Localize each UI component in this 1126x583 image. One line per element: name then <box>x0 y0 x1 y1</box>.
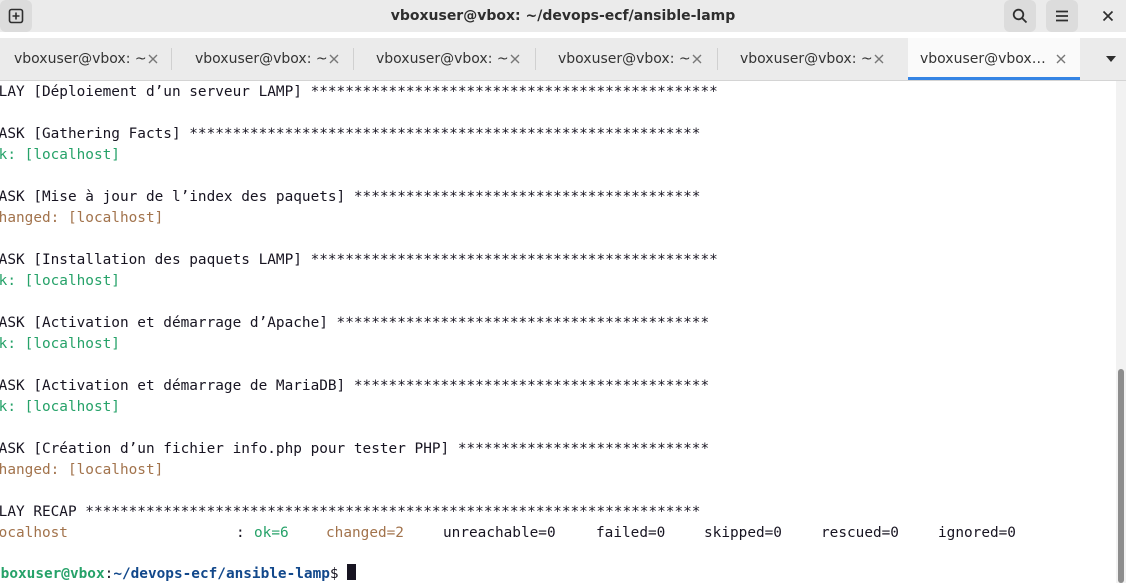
tab-label: vboxuser@vbox: ~ <box>195 51 328 67</box>
output-line-changed: changed: [localhost] <box>0 210 164 226</box>
recap-rescued: rescued=0 <box>821 525 899 541</box>
output-line: TASK [Création d’un fichier info.php pou… <box>0 441 710 457</box>
output-line-ok: ok: [localhost] <box>0 399 120 415</box>
prompt-separator: : <box>104 566 114 582</box>
tab-label: vboxuser@vbox: ~ <box>740 51 873 67</box>
output-line: TASK [Gathering Facts] *****************… <box>0 126 701 142</box>
window-title: vboxuser@vbox: ~/devops-ecf/ansible-lamp <box>390 8 736 24</box>
prompt-user-host: vboxuser@vbox <box>0 566 105 582</box>
recap-host: localhost <box>0 525 68 541</box>
output-line: TASK [Activation et démarrage de MariaDB… <box>0 378 710 394</box>
recap-failed: failed=0 <box>596 525 666 541</box>
search-button[interactable] <box>1004 0 1036 32</box>
scrollbar-thumb[interactable] <box>1118 369 1124 583</box>
new-tab-button[interactable] <box>0 0 32 32</box>
tab-terminal-1[interactable]: vboxuser@vbox: ~ <box>0 38 170 80</box>
tab-bar: vboxuser@vbox: ~ vboxuser@vbox: ~ vboxus… <box>0 38 1126 81</box>
tab-terminal-3[interactable]: vboxuser@vbox: ~ <box>354 38 534 80</box>
tab-label: vboxuser@vbox… <box>920 51 1046 67</box>
output-line-ok: ok: [localhost] <box>0 147 120 163</box>
output-line: TASK [Mise à jour de l’index des paquets… <box>0 189 701 205</box>
new-tab-icon <box>8 8 24 24</box>
output-line-ok: ok: [localhost] <box>0 336 120 352</box>
tab-terminal-4[interactable]: vboxuser@vbox: ~ <box>536 38 716 80</box>
recap-unreachable: unreachable=0 <box>443 525 556 541</box>
title-bar: vboxuser@vbox: ~/devops-ecf/ansible-lamp <box>0 0 1126 32</box>
recap-changed: changed=2 <box>326 525 404 541</box>
tab-close-icon[interactable] <box>1053 51 1069 67</box>
chevron-down-icon <box>1106 56 1116 62</box>
prompt-symbol: $ <box>329 566 339 582</box>
hamburger-icon <box>1056 10 1068 22</box>
tab-close-icon[interactable] <box>145 51 161 67</box>
tab-terminal-5[interactable]: vboxuser@vbox: ~ <box>718 38 907 80</box>
tab-close-icon[interactable] <box>689 51 705 67</box>
close-window-button[interactable] <box>1092 0 1124 32</box>
output-line: PLAY RECAP *****************************… <box>0 504 701 520</box>
tab-close-icon[interactable] <box>326 51 342 67</box>
recap-ok: ok=6 <box>254 525 289 541</box>
output-line-ok: ok: [localhost] <box>0 273 120 289</box>
tab-terminal-active[interactable]: vboxuser@vbox… <box>908 38 1080 80</box>
tab-label: vboxuser@vbox: ~ <box>558 51 691 67</box>
shell-prompt[interactable]: vboxuser@vbox:~/devops-ecf/ansible-lamp$ <box>0 564 357 583</box>
terminal-output[interactable]: PLAY [Déploiement d’un serveur LAMP] ***… <box>0 81 1116 583</box>
output-line: TASK [Installation des paquets LAMP] ***… <box>0 252 718 268</box>
search-icon <box>1012 8 1028 24</box>
close-icon <box>1102 10 1114 22</box>
tab-close-icon[interactable] <box>871 51 887 67</box>
tab-label: vboxuser@vbox: ~ <box>14 51 147 67</box>
recap-skipped: skipped=0 <box>704 525 782 541</box>
tab-label: vboxuser@vbox: ~ <box>376 51 509 67</box>
output-line: PLAY [Déploiement d’un serveur LAMP] ***… <box>0 84 718 100</box>
output-line-changed: changed: [localhost] <box>0 462 164 478</box>
menu-button[interactable] <box>1046 0 1078 32</box>
recap-ignored: ignored=0 <box>938 525 1016 541</box>
tab-list-dropdown-button[interactable] <box>1096 38 1126 80</box>
prompt-path: ~/devops-ecf/ansible-lamp <box>113 566 330 582</box>
tab-close-icon[interactable] <box>507 51 523 67</box>
output-line: TASK [Activation et démarrage d’Apache] … <box>0 315 710 331</box>
text-cursor <box>347 564 357 580</box>
tab-terminal-2[interactable]: vboxuser@vbox: ~ <box>172 38 352 80</box>
terminal-scrollbar[interactable] <box>1116 81 1126 583</box>
recap-colon: : <box>236 525 245 541</box>
